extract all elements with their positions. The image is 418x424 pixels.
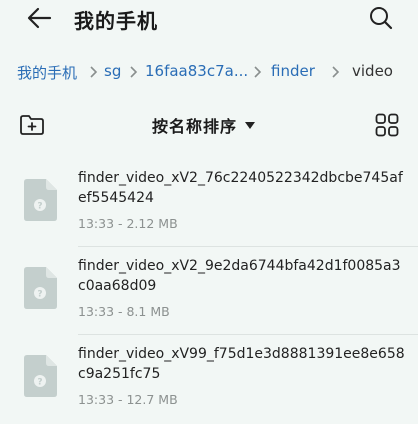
back-button[interactable] xyxy=(24,4,56,32)
back-arrow-icon xyxy=(27,7,52,29)
breadcrumb: 我的手机 sg 16faa83c7a... finder video xyxy=(0,58,418,86)
file-name: finder_video_xV2_9e2da6744bfa42d1f0085a3… xyxy=(78,258,401,294)
svg-text:?: ? xyxy=(37,378,42,388)
new-folder-icon xyxy=(20,115,44,135)
file-meta: 13:33 - 2.12 MB xyxy=(78,216,178,231)
chevron-right-icon xyxy=(90,66,98,78)
file-icon: ? xyxy=(24,355,57,397)
svg-text:?: ? xyxy=(37,202,42,212)
file-name: finder_video_xV2_76c2240522342dbcbe745af… xyxy=(78,170,403,206)
search-icon xyxy=(370,7,393,30)
grid-view-icon xyxy=(375,113,399,137)
toolbar: 按名称排序 xyxy=(0,108,418,142)
chevron-right-icon xyxy=(254,66,262,78)
file-list-item[interactable]: ? finder_video_xV99_f75d1e3d8881391ee8e6… xyxy=(0,336,418,424)
dropdown-arrow-icon xyxy=(245,121,256,129)
breadcrumb-item-finder[interactable]: finder xyxy=(271,62,315,80)
file-meta: 13:33 - 8.1 MB xyxy=(78,304,170,319)
file-list-item[interactable]: ? finder_video_xV2_76c2240522342dbcbe745… xyxy=(0,160,418,248)
header-bar: 我的手机 xyxy=(0,0,418,40)
search-button[interactable] xyxy=(366,4,396,32)
divider xyxy=(78,334,418,335)
file-name: finder_video_xV99_f75d1e3d8881391ee8e658… xyxy=(78,346,405,382)
chevron-right-icon xyxy=(130,66,138,78)
breadcrumb-item-video: video xyxy=(352,62,393,80)
divider xyxy=(78,246,418,247)
breadcrumb-item-my-phone[interactable]: 我的手机 xyxy=(17,62,77,83)
file-list-item[interactable]: ? finder_video_xV2_9e2da6744bfa42d1f0085… xyxy=(0,248,418,336)
chevron-right-icon xyxy=(332,66,340,78)
new-folder-button[interactable] xyxy=(18,112,46,138)
breadcrumb-item-sg[interactable]: sg xyxy=(104,62,121,80)
sort-label: 按名称排序 xyxy=(152,117,238,136)
svg-text:?: ? xyxy=(37,290,42,300)
grid-view-button[interactable] xyxy=(374,112,400,138)
breadcrumb-item-folder-id[interactable]: 16faa83c7a... xyxy=(145,62,248,80)
sort-dropdown[interactable]: 按名称排序 xyxy=(152,113,256,137)
file-meta: 13:33 - 12.7 MB xyxy=(78,392,178,407)
page-title: 我的手机 xyxy=(74,9,158,33)
file-icon: ? xyxy=(24,179,57,221)
file-icon: ? xyxy=(24,267,57,309)
